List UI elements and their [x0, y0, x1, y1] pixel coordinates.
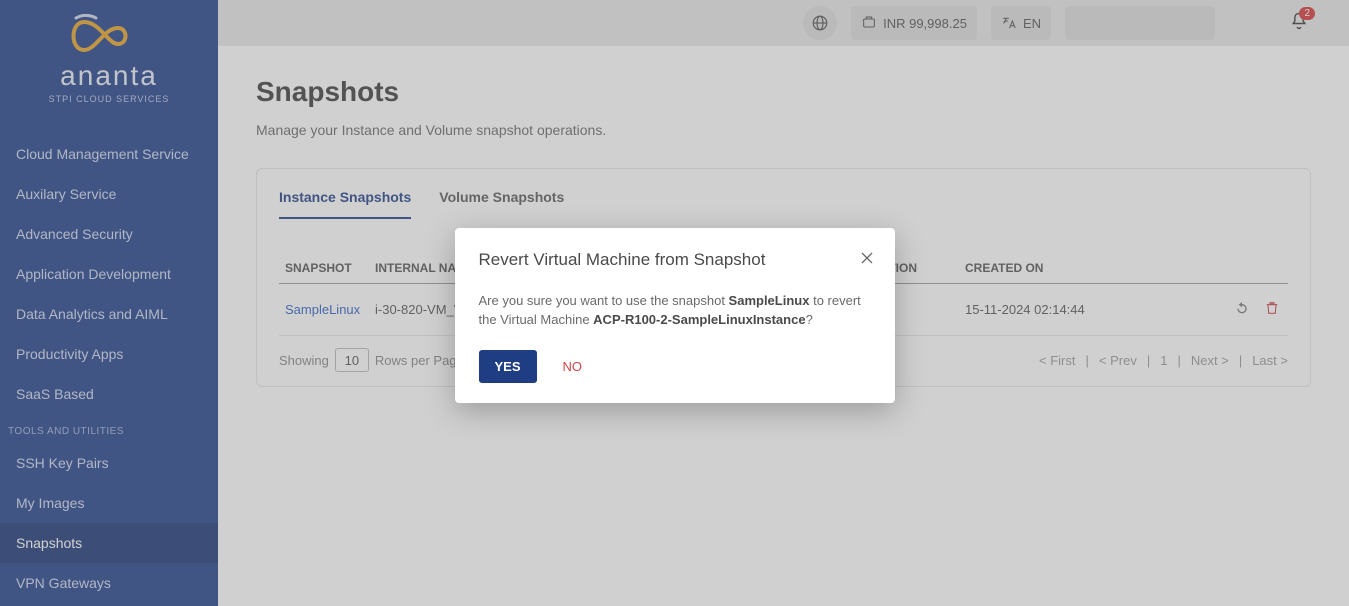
modal-snapshot-name: SampleLinux [729, 293, 810, 308]
modal-vm-name: ACP-R100-2-SampleLinuxInstance [593, 312, 805, 327]
revert-snapshot-modal: Revert Virtual Machine from Snapshot Are… [455, 228, 895, 403]
modal-close-button[interactable] [855, 246, 879, 270]
modal-body: Are you sure you want to use the snapsho… [479, 292, 871, 330]
close-icon [859, 250, 875, 266]
modal-yes-button[interactable]: YES [479, 350, 537, 383]
modal-title: Revert Virtual Machine from Snapshot [479, 250, 871, 270]
modal-no-button[interactable]: NO [563, 359, 583, 374]
